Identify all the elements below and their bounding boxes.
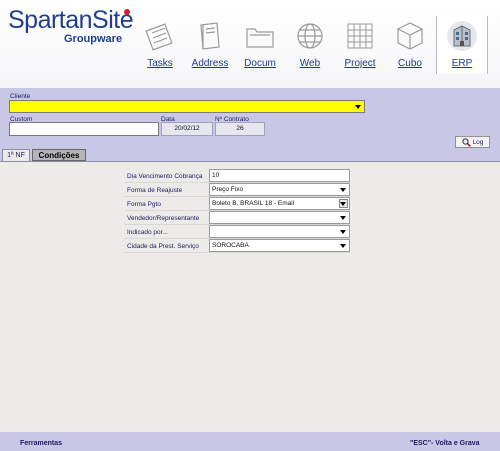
forma-pgto-value: Boleto B. BRASIL 18 - Email bbox=[212, 200, 295, 207]
tab-bar: 1ª NF Condições bbox=[0, 148, 500, 162]
nav-erp-label: ERP bbox=[451, 58, 473, 69]
logo-subtitle: Groupware bbox=[64, 33, 123, 45]
nav-web[interactable]: Web bbox=[285, 18, 335, 78]
chevron-down-icon bbox=[340, 244, 346, 248]
nav-docum-label: Docum bbox=[244, 58, 276, 69]
tab-condicoes[interactable]: Condições bbox=[32, 149, 86, 161]
chevron-down-icon bbox=[340, 216, 346, 220]
condition-row: Indicado por... bbox=[125, 225, 350, 239]
forma-pgto-select[interactable]: Boleto B. BRASIL 18 - Email bbox=[209, 197, 350, 210]
logo-name: SpartanSite bbox=[8, 6, 134, 34]
ferramentas-link[interactable]: Ferramentas bbox=[20, 440, 62, 447]
chevron-down-icon bbox=[340, 202, 346, 206]
esc-hint: "ESC"- Volta e Grava bbox=[410, 440, 480, 447]
logo-dot-icon bbox=[124, 9, 130, 15]
nav-project-label: Project bbox=[344, 58, 376, 69]
condition-row: Vendedor/Representante bbox=[125, 211, 350, 225]
custom-input[interactable] bbox=[9, 122, 159, 136]
chevron-down-icon bbox=[340, 188, 346, 192]
nav-cubo-label: Cubo bbox=[398, 58, 422, 69]
vendedor-label: Vendedor/Representante bbox=[127, 215, 200, 222]
forma-pgto-label: Forma Pgto bbox=[127, 201, 161, 208]
nav-tasks-label: Tasks bbox=[147, 58, 173, 69]
cliente-label: Cliente bbox=[10, 93, 31, 100]
forma-reajuste-value: Preço Fixo bbox=[212, 186, 244, 193]
project-icon bbox=[342, 18, 378, 54]
contrato-value: 26 bbox=[215, 122, 265, 136]
erp-building-icon bbox=[444, 18, 480, 54]
nav-tasks[interactable]: Tasks bbox=[135, 18, 185, 78]
condition-row: Dia Vencimento Cobrança 10 bbox=[125, 169, 350, 183]
nav-cubo[interactable]: Cubo bbox=[385, 18, 435, 78]
nav-web-label: Web bbox=[299, 58, 321, 69]
app-header: SpartanSite Groupware Tasks Address Docu… bbox=[0, 0, 500, 88]
cliente-select[interactable] bbox=[9, 100, 365, 113]
log-button[interactable]: Log bbox=[455, 136, 490, 148]
forma-pgto-dropdown-button[interactable] bbox=[339, 199, 348, 208]
cidade-prestacao-label: Cidade da Prest. Serviço bbox=[127, 243, 199, 250]
nav-address[interactable]: Address bbox=[185, 18, 235, 78]
nav-address-label: Address bbox=[191, 58, 229, 69]
forma-reajuste-select[interactable]: Preço Fixo bbox=[209, 183, 350, 196]
condition-row: Cidade da Prest. Serviço SOROCABA bbox=[125, 239, 350, 253]
dia-vencimento-label: Dia Vencimento Cobrança bbox=[127, 173, 203, 180]
nav-docum[interactable]: Docum bbox=[235, 18, 285, 78]
condition-row: Forma Pgto Boleto B. BRASIL 18 - Email bbox=[125, 197, 350, 211]
chevron-down-icon bbox=[340, 230, 346, 234]
tab-primeira-nf[interactable]: 1ª NF bbox=[2, 149, 30, 161]
chevron-down-icon bbox=[355, 105, 361, 109]
cidade-prestacao-value: SOROCABA bbox=[212, 242, 249, 249]
web-globe-icon bbox=[292, 18, 328, 54]
indicado-por-select[interactable] bbox=[209, 225, 350, 238]
client-form-band bbox=[0, 88, 500, 148]
nav-erp[interactable]: ERP bbox=[436, 16, 488, 74]
condition-row: Forma de Reajuste Preço Fixo bbox=[125, 183, 350, 197]
tasks-icon bbox=[142, 18, 178, 54]
address-book-icon bbox=[192, 18, 228, 54]
vendedor-select[interactable] bbox=[209, 211, 350, 224]
cube-icon bbox=[392, 18, 428, 54]
nav-project[interactable]: Project bbox=[335, 18, 385, 78]
spartansite-logo: SpartanSite Groupware bbox=[8, 6, 134, 45]
data-value: 20/02/12 bbox=[161, 122, 213, 136]
indicado-por-label: Indicado por... bbox=[127, 229, 168, 236]
cidade-prestacao-select[interactable]: SOROCABA bbox=[209, 239, 350, 252]
dia-vencimento-input[interactable]: 10 bbox=[209, 169, 350, 182]
conditions-grid: Dia Vencimento Cobrança 10 Forma de Reaj… bbox=[125, 169, 350, 253]
log-button-label: Log bbox=[472, 138, 484, 146]
documents-icon bbox=[242, 18, 278, 54]
forma-reajuste-label: Forma de Reajuste bbox=[127, 187, 183, 194]
magnifier-icon bbox=[461, 137, 471, 147]
